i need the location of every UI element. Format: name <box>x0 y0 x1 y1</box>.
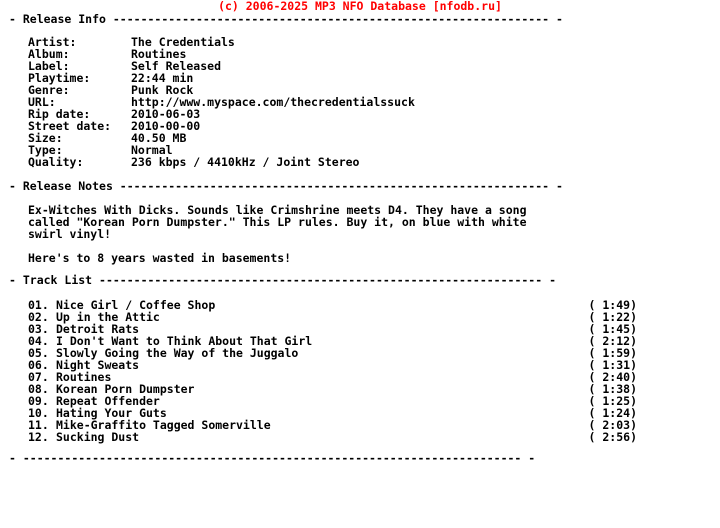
section-header-track-list: - Track List ---------------------------… <box>9 274 711 287</box>
release-notes-line: swirl vinyl! <box>28 227 112 241</box>
section-marker-track-list: - <box>9 273 23 287</box>
section-marker-release-info: - <box>9 12 23 26</box>
footer-rule-tail: - <box>521 451 536 465</box>
section-rule-tail-release-notes: - <box>549 179 563 193</box>
section-rule-tail-track-list: - <box>542 273 556 287</box>
release-info-label: Quality: <box>28 155 84 169</box>
footer-rule: - --------------------------------------… <box>9 452 711 465</box>
release-info-value: 236 kbps / 4410kHz / Joint Stereo <box>131 155 360 169</box>
section-rule-release-notes: ----------------------------------------… <box>119 180 550 193</box>
section-rule-release-info: ----------------------------------------… <box>112 13 550 26</box>
section-header-release-notes: - Release Notes ------------------------… <box>9 180 711 193</box>
footer-rule-dashes: ----------------------------------------… <box>22 451 522 465</box>
track-number: 12. <box>28 430 49 444</box>
section-rule-tail-release-info: - <box>549 12 563 26</box>
section-marker-release-notes: - <box>9 179 23 193</box>
section-title-release-notes: Release Notes <box>22 179 120 193</box>
section-title-track-list: Track List <box>22 273 100 287</box>
section-title-release-info: Release Info <box>22 12 113 26</box>
nfo-document: (c) 2006-2025 MP3 NFO Database [nfodb.ru… <box>0 0 720 528</box>
section-rule-track-list: ----------------------------------------… <box>99 274 543 287</box>
track-duration: ( 2:56) <box>588 430 637 444</box>
release-notes-line: Here's to 8 years wasted in basements! <box>28 251 292 265</box>
section-header-release-info: - Release Info -------------------------… <box>9 13 711 26</box>
footer-marker: - <box>9 451 23 465</box>
track-title: Sucking Dust <box>56 430 140 444</box>
